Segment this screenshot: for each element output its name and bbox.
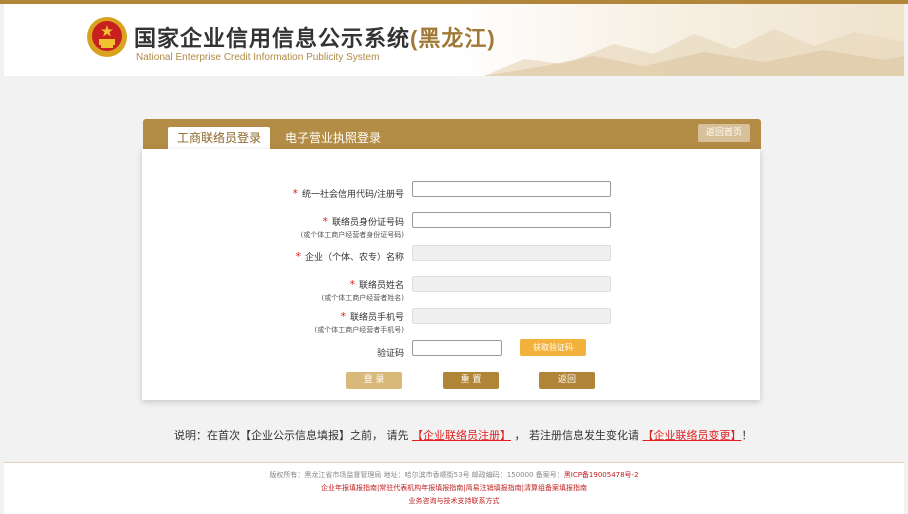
footer-guide-links[interactable]: 企业年报填报指南|常驻代表机构年报填报指南|简易注销填报指南|清算组备案填报指南 [4, 483, 904, 493]
required-mark: * [340, 310, 346, 323]
notice-middle: ， 若注册信息发生变化请 [514, 429, 640, 442]
national-emblem-icon [87, 17, 127, 57]
required-mark: * [295, 250, 301, 263]
liaison-register-link[interactable]: 【企业联络员注册】 [412, 429, 511, 442]
tab-e-license-login[interactable]: 电子营业执照登录 [285, 129, 381, 147]
liaison-name-note: (或个体工商户经营者姓名) [321, 294, 404, 302]
credit-code-label: * 统一社会信用代码/注册号 [292, 187, 404, 200]
liaison-phone-input[interactable] [412, 308, 611, 324]
get-code-button[interactable]: 获取验证码 [520, 339, 586, 356]
captcha-input[interactable] [412, 340, 502, 356]
return-home-button[interactable]: 返回首页 [698, 124, 750, 142]
mountain-decoration [484, 29, 904, 76]
liaison-id-label: * 联络员身份证号码 (或个体工商户经营者身份证号码) [300, 215, 404, 239]
footer-copyright: 版权所有：黑龙江省市场监督管理局 地址：哈尔滨市香顺街53号 邮政编码：1500… [4, 470, 904, 480]
site-title-main: 国家企业信用信息公示系统 [134, 26, 411, 51]
liaison-phone-note: (或个体工商户经营者手机号) [314, 326, 404, 334]
credit-code-input[interactable] [412, 181, 611, 197]
notice-text: 说明：在首次【企业公示信息填报】之前， 请先 【企业联络员注册】 ， 若注册信息… [174, 427, 753, 443]
login-form: * 统一社会信用代码/注册号 * 联络员身份证号码 (或个体工商户经营者身份证号码)… [142, 149, 760, 400]
liaison-name-input[interactable] [412, 276, 611, 292]
back-button[interactable]: 返回 [539, 372, 595, 389]
site-subtitle: National Enterprise Credit Information P… [136, 52, 380, 63]
notice-prefix: 说明：在首次【企业公示信息填报】之前， 请先 [174, 429, 409, 442]
footer-support-link[interactable]: 业务咨询与技术支持联系方式 [4, 496, 904, 506]
liaison-id-input[interactable] [412, 212, 611, 228]
site-footer: 版权所有：黑龙江省市场监督管理局 地址：哈尔滨市香顺街53号 邮政编码：1500… [4, 462, 904, 514]
site-header: 国家企业信用信息公示系统(黑龙江) National Enterprise Cr… [4, 4, 904, 76]
login-card-header: 工商联络员登录 电子营业执照登录 返回首页 [143, 119, 761, 149]
required-mark: * [322, 215, 328, 228]
icp-link[interactable]: 黑ICP备19005478号-2 [564, 471, 639, 479]
liaison-name-label: * 联络员姓名 (或个体工商户经营者姓名) [321, 278, 404, 302]
reset-button[interactable]: 重 置 [443, 372, 499, 389]
tab-liaison-login[interactable]: 工商联络员登录 [168, 127, 270, 149]
company-name-label: * 企业（个体、农专）名称 [295, 250, 404, 263]
site-title-province: (黑龙江) [410, 26, 496, 51]
footer-copyright-text: 版权所有：黑龙江省市场监督管理局 地址：哈尔滨市香顺街53号 邮政编码：1500… [269, 471, 564, 479]
company-name-input[interactable] [412, 245, 611, 261]
notice-suffix: ！ [741, 429, 753, 442]
required-mark: * [292, 187, 298, 200]
login-button[interactable]: 登 录 [346, 372, 402, 389]
liaison-change-link[interactable]: 【企业联络员变更】 [643, 429, 742, 442]
captcha-label: 验证码 [376, 349, 404, 359]
liaison-id-note: (或个体工商户经营者身份证号码) [300, 231, 404, 239]
liaison-phone-label: * 联络员手机号 (或个体工商户经营者手机号) [314, 310, 404, 334]
required-mark: * [349, 278, 355, 291]
site-title: 国家企业信用信息公示系统(黑龙江) [134, 21, 496, 53]
